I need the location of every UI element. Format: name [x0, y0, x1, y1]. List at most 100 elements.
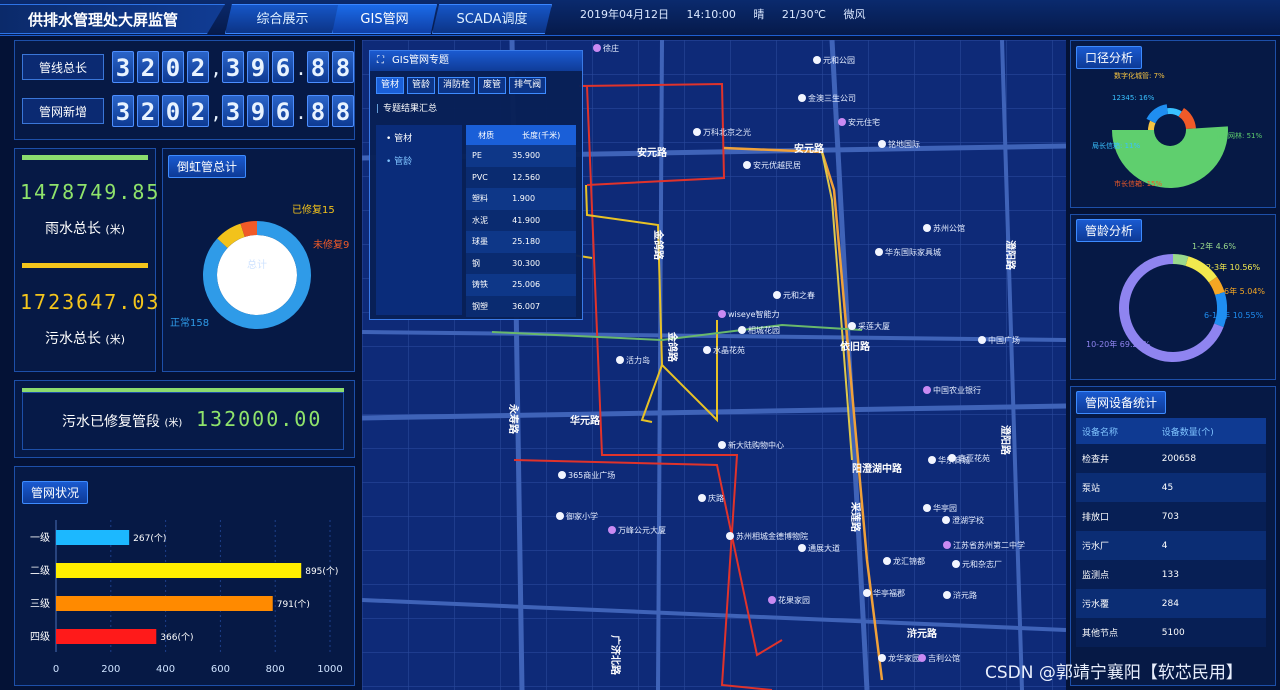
gis-table-row[interactable]: 球墨 25.180 — [466, 231, 576, 253]
map-poi-icon[interactable] — [556, 512, 564, 520]
map-poi-icon[interactable] — [693, 128, 701, 136]
map-poi-icon[interactable] — [718, 310, 726, 318]
map-poi-icon[interactable] — [558, 471, 566, 479]
map-poi-icon[interactable] — [878, 654, 886, 662]
age-slice[interactable] — [1214, 291, 1227, 328]
bar-mark[interactable] — [56, 629, 157, 644]
tab-gis[interactable]: GIS管网 — [332, 4, 437, 34]
caliber-slice[interactable] — [1146, 104, 1168, 124]
counter-separator: , — [212, 56, 220, 81]
map-poi-icon[interactable] — [798, 544, 806, 552]
device-count-cell: 200658 — [1155, 444, 1266, 473]
map-poi-icon[interactable] — [726, 532, 734, 540]
repaired-name: 污水已修复管段 — [62, 414, 160, 430]
map-poi-icon[interactable] — [593, 44, 601, 52]
device-name-cell: 污水厂 — [1076, 531, 1156, 560]
map-poi-icon[interactable] — [978, 336, 986, 344]
device-name-cell: 排放口 — [1076, 502, 1156, 531]
map-poi-icon[interactable] — [703, 346, 711, 354]
map-poi-icon[interactable] — [768, 596, 776, 604]
sewage-bar — [22, 263, 148, 268]
map-poi-icon[interactable] — [943, 541, 951, 549]
bar-mark[interactable] — [56, 596, 273, 611]
device-count-cell: 133 — [1155, 560, 1266, 589]
gis-tab-exhaust-valve[interactable]: 排气阀 — [509, 77, 547, 94]
map-poi-icon[interactable] — [878, 140, 886, 148]
counter-digit: 3 — [222, 95, 244, 127]
map-poi-icon[interactable] — [798, 94, 806, 102]
gis-cell-material: 水泥 — [466, 209, 507, 231]
counter-digit: 9 — [247, 95, 269, 127]
road-label-guangji: 广济北路 — [609, 635, 622, 676]
map-poi-icon[interactable] — [948, 454, 956, 462]
map-poi-icon[interactable] — [928, 456, 936, 464]
bar-xtick-label: 0 — [53, 664, 59, 675]
app-title: 供排水管理处大屏监管 — [0, 4, 225, 34]
devices-header-name: 设备名称 — [1076, 418, 1156, 444]
counter-separator: . — [297, 100, 305, 125]
counter-new-digits: 3202,396.88 — [112, 95, 357, 127]
map-poi-icon[interactable] — [743, 161, 751, 169]
gis-table-row[interactable]: 铸铁 25.006 — [466, 274, 576, 296]
map-poi-icon[interactable] — [738, 326, 746, 334]
sewage-length-name: 污水总长 — [44, 331, 101, 347]
caliber-slice[interactable] — [1112, 126, 1228, 189]
gis-cell-length: 36.007 — [506, 295, 576, 317]
caliber-label-4: 市山网林: 51% — [1214, 131, 1262, 140]
tab-overview[interactable]: 综合展示 — [225, 4, 340, 34]
map-place-label: 吉利公馆 — [928, 653, 960, 663]
gis-tab-material[interactable]: 管材 — [376, 77, 405, 94]
map-poi-icon[interactable] — [848, 322, 856, 330]
map-place-label: 元和之春 — [783, 290, 815, 300]
gis-cell-material: 塑料 — [466, 188, 507, 210]
gis-table-row[interactable]: 钢塑 36.007 — [466, 295, 576, 317]
gis-cell-material: 铸铁 — [466, 274, 507, 296]
siphon-label-repaired: 已修复15 — [292, 203, 335, 216]
map-poi-icon[interactable] — [942, 516, 950, 524]
counter-separator: , — [212, 100, 220, 125]
device-count-cell: 4 — [1155, 531, 1266, 560]
gis-tab-age[interactable]: 管龄 — [407, 77, 436, 94]
map-poi-icon[interactable] — [718, 441, 726, 449]
counter-digit: 3 — [112, 51, 134, 83]
bar-xtick-label: 200 — [101, 664, 120, 675]
bar-mark[interactable] — [56, 563, 302, 578]
gis-table-row[interactable]: 钢 30.300 — [466, 252, 576, 274]
map-poi-icon[interactable] — [608, 526, 616, 534]
age-donut-chart: 1-2年 4.6% 2-3年 10.56% 3-6年 5.04% 6-10年 1… — [1086, 241, 1265, 362]
map-poi-icon[interactable] — [883, 557, 891, 565]
gis-table-row[interactable]: 塑料 1.900 — [466, 188, 576, 210]
map-place-label: 相城花园 — [748, 325, 780, 335]
tab-scada[interactable]: SCADA调度 — [432, 4, 552, 34]
map-place-label: 华亭福郡 — [873, 588, 905, 598]
map-poi-icon[interactable] — [838, 118, 846, 126]
map-poi-icon[interactable] — [943, 591, 951, 599]
counter-new: 管网新增 3202,396.88 — [22, 94, 357, 128]
device-count-cell: 45 — [1155, 473, 1266, 502]
map-poi-icon[interactable] — [875, 248, 883, 256]
road-label-yijiu: 依旧路 — [840, 340, 871, 353]
map-poi-icon[interactable] — [952, 560, 960, 568]
map-place-label: 中国广场 — [988, 335, 1020, 345]
map-poi-icon[interactable] — [923, 386, 931, 394]
gis-cell-material: 球墨 — [466, 231, 507, 253]
gis-tab-hydrant[interactable]: 消防栓 — [438, 77, 476, 94]
map-poi-icon[interactable] — [773, 291, 781, 299]
map-poi-icon[interactable] — [616, 356, 624, 364]
gis-list-item-material[interactable]: • 管材 — [376, 125, 462, 148]
map-place-label: 苏州公馆 — [933, 223, 965, 233]
bar-mark[interactable] — [56, 530, 130, 545]
map-poi-icon[interactable] — [923, 224, 931, 232]
gis-list-item-age[interactable]: • 管龄 — [376, 148, 462, 171]
map-poi-icon[interactable] — [863, 589, 871, 597]
map-poi-icon[interactable] — [813, 56, 821, 64]
rain-length-unit: (米) — [105, 223, 126, 236]
gis-tab-abandoned[interactable]: 废管 — [478, 77, 507, 94]
gis-table-row[interactable]: 水泥 41.900 — [466, 209, 576, 231]
map-poi-icon[interactable] — [698, 494, 706, 502]
gis-table-row[interactable]: PE 35.900 — [466, 145, 576, 167]
road-label-yongshou: 永寿路 — [507, 403, 520, 435]
map-poi-icon[interactable] — [918, 654, 926, 662]
map-poi-icon[interactable] — [923, 504, 931, 512]
gis-table-row[interactable]: PVC 12.560 — [466, 166, 576, 188]
